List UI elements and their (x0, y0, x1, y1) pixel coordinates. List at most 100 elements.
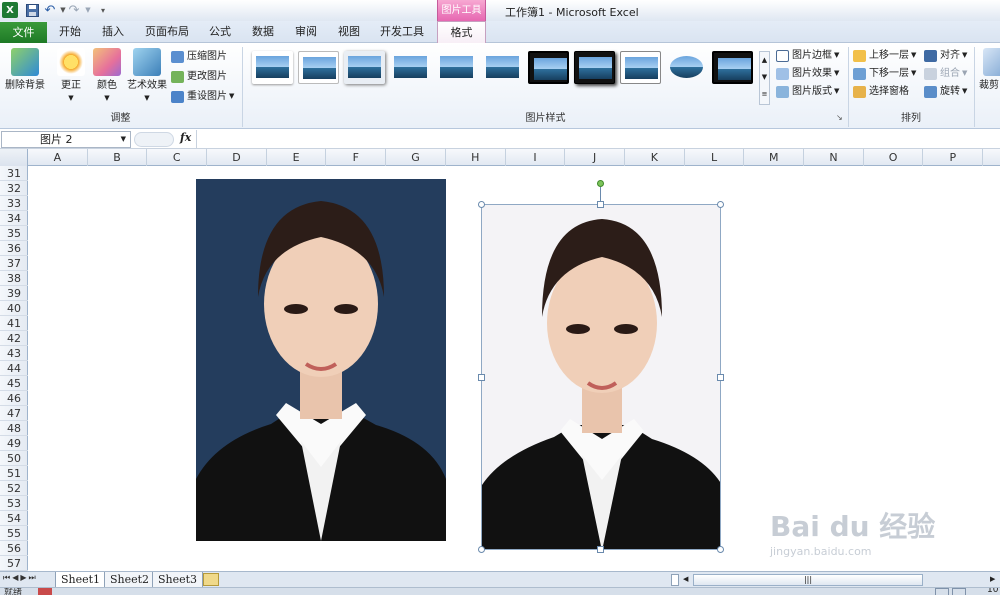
sheet-tab-3[interactable]: Sheet3 (152, 572, 204, 588)
sheet-tab-1[interactable]: Sheet1 (55, 572, 107, 588)
gallery-down-icon[interactable]: ▼ (760, 69, 769, 86)
row-header[interactable]: 57 (0, 556, 28, 571)
row-header[interactable]: 37 (0, 256, 28, 271)
row-header[interactable]: 41 (0, 316, 28, 331)
resize-handle-top-left[interactable] (478, 201, 485, 208)
artistic-effects-button[interactable]: 艺术效果 ▼ (125, 46, 169, 108)
row-header[interactable]: 48 (0, 421, 28, 436)
column-header[interactable]: D (207, 149, 267, 166)
scroll-right-icon[interactable]: ▶ (990, 575, 995, 583)
macro-record-icon[interactable] (38, 588, 52, 595)
row-header[interactable]: 49 (0, 436, 28, 451)
column-header[interactable]: G (386, 149, 446, 166)
row-header[interactable]: 47 (0, 406, 28, 421)
remove-background-button[interactable]: 删除背景 (2, 46, 48, 108)
send-backward-button[interactable]: 下移一层 ▼ (853, 65, 916, 82)
crop-button[interactable]: 裁剪 (979, 46, 1000, 108)
picture-style-option[interactable] (620, 51, 661, 84)
compress-pictures-button[interactable]: 压缩图片 (171, 48, 227, 65)
reset-picture-button[interactable]: 重设图片 ▼ (171, 88, 234, 105)
last-sheet-icon[interactable]: ⏭ (29, 573, 38, 582)
picture-border-button[interactable]: 图片边框 ▼ (776, 47, 839, 64)
tab-review[interactable]: 审阅 (286, 21, 326, 43)
column-header[interactable]: J (565, 149, 625, 166)
column-header[interactable]: M (744, 149, 805, 166)
page-layout-view-icon[interactable] (952, 588, 966, 595)
row-header[interactable]: 32 (0, 181, 28, 196)
bring-forward-button[interactable]: 上移一层 ▼ (853, 47, 916, 64)
resize-handle-top[interactable] (597, 201, 604, 208)
column-header[interactable]: N (804, 149, 864, 166)
row-header[interactable]: 50 (0, 451, 28, 466)
change-picture-button[interactable]: 更改图片 (171, 68, 227, 85)
picture-style-option[interactable] (712, 51, 753, 84)
portrait-photo-blue-background[interactable] (196, 179, 446, 541)
column-header[interactable]: L (685, 149, 745, 166)
picture-style-option[interactable] (436, 51, 477, 84)
tab-page-layout[interactable]: 页面布局 (139, 21, 195, 43)
picture-style-option[interactable] (344, 51, 385, 84)
insert-function-button[interactable]: fx (180, 131, 191, 144)
resize-handle-right[interactable] (717, 374, 724, 381)
customize-qat-icon[interactable]: ▾ (95, 2, 111, 18)
tab-file[interactable]: 文件 (0, 22, 47, 43)
next-sheet-icon[interactable]: ▶ (20, 573, 28, 582)
picture-style-option[interactable] (666, 51, 707, 84)
row-header[interactable]: 39 (0, 286, 28, 301)
row-header[interactable]: 33 (0, 196, 28, 211)
group-button[interactable]: 组合 ▼ (924, 65, 967, 82)
row-header[interactable]: 46 (0, 391, 28, 406)
column-header[interactable]: B (88, 149, 148, 166)
picture-effects-button[interactable]: 图片效果 ▼ (776, 65, 839, 82)
sheet-tab-2[interactable]: Sheet2 (104, 572, 156, 588)
tab-formulas[interactable]: 公式 (200, 21, 240, 43)
row-header[interactable]: 35 (0, 226, 28, 241)
dialog-launcher-icon[interactable]: ↘ (836, 113, 843, 122)
row-header[interactable]: 55 (0, 526, 28, 541)
row-header[interactable]: 51 (0, 466, 28, 481)
tab-format[interactable]: 格式 (437, 21, 486, 44)
corrections-button[interactable]: 更正 ▼ (54, 46, 88, 108)
normal-view-icon[interactable] (935, 588, 949, 595)
name-box[interactable]: 图片 2 ▼ (1, 131, 131, 148)
column-header[interactable]: I (506, 149, 566, 166)
row-header[interactable]: 54 (0, 511, 28, 526)
formula-bar-resizer[interactable] (134, 132, 174, 147)
redo-dropdown-icon[interactable]: ▼ (80, 2, 96, 18)
row-header[interactable]: 42 (0, 331, 28, 346)
row-header[interactable]: 44 (0, 361, 28, 376)
picture-style-option[interactable] (252, 51, 293, 84)
row-header[interactable]: 52 (0, 481, 28, 496)
gallery-more-icon[interactable]: ≡ (760, 86, 769, 103)
tab-insert[interactable]: 插入 (93, 21, 133, 43)
column-header[interactable]: F (327, 149, 387, 166)
row-header[interactable]: 34 (0, 211, 28, 226)
align-button[interactable]: 对齐 ▼ (924, 47, 967, 64)
picture-style-option[interactable] (390, 51, 431, 84)
row-header[interactable]: 56 (0, 541, 28, 556)
tab-home[interactable]: 开始 (50, 21, 90, 43)
zoom-level[interactable]: 10 (987, 588, 998, 595)
rotation-handle[interactable] (597, 180, 604, 187)
horizontal-scrollbar-thumb[interactable]: ||| (693, 574, 923, 586)
picture-style-option[interactable] (298, 51, 339, 84)
scroll-left-icon[interactable]: ◀ (683, 575, 688, 583)
row-header[interactable]: 53 (0, 496, 28, 511)
insert-sheet-icon[interactable] (203, 573, 219, 586)
selection-pane-button[interactable]: 选择窗格 (853, 83, 909, 100)
picture-layout-button[interactable]: 图片版式 ▼ (776, 83, 839, 100)
picture-style-option[interactable] (482, 51, 523, 84)
first-sheet-icon[interactable]: ⏮ (3, 573, 12, 582)
row-header[interactable]: 31 (0, 166, 28, 181)
row-header[interactable]: 40 (0, 301, 28, 316)
resize-handle-bottom-left[interactable] (478, 546, 485, 553)
color-button[interactable]: 颜色 ▼ (90, 46, 124, 108)
picture-style-option[interactable] (574, 51, 615, 84)
tab-developer[interactable]: 开发工具 (374, 21, 430, 43)
tab-view[interactable]: 视图 (329, 21, 369, 43)
column-header[interactable]: A (28, 149, 88, 166)
gallery-scroll-control[interactable]: ▲ ▼ ≡ (759, 51, 770, 105)
formula-input[interactable] (196, 130, 1000, 148)
gallery-up-icon[interactable]: ▲ (760, 52, 769, 69)
tab-split-handle[interactable] (671, 574, 679, 586)
